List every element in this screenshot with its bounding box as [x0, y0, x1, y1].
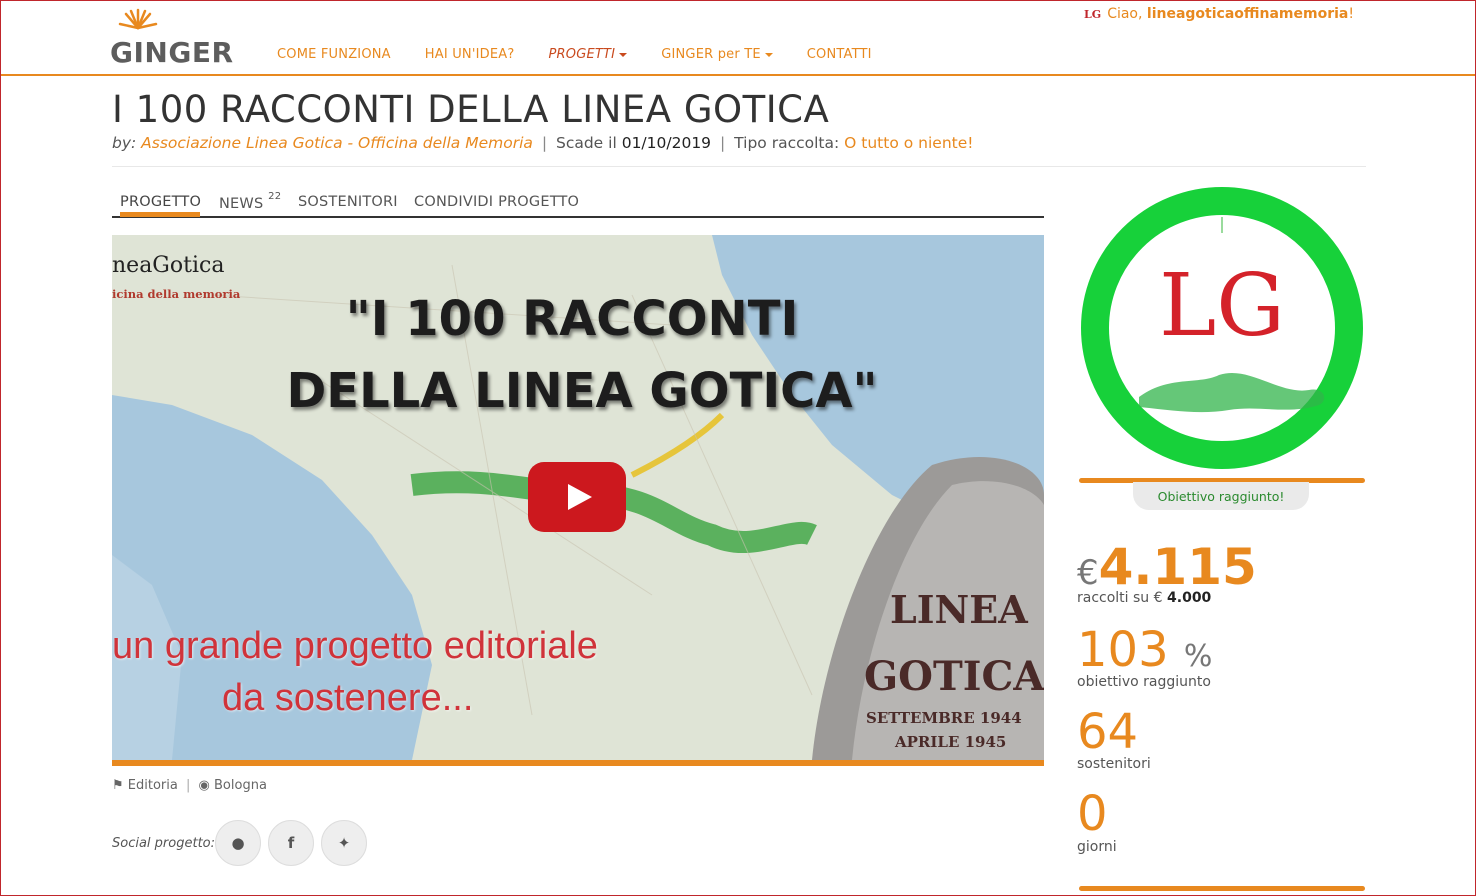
project-meta: ⚑ Editoria | ◉ Bologna: [112, 778, 267, 793]
video-logo-text: neaGotica: [112, 253, 225, 278]
stone-text-2: GOTICA: [864, 653, 1044, 700]
globe-button[interactable]: ●: [215, 820, 261, 866]
project-avatar: LG: [1081, 187, 1363, 469]
deadline-label: Scade il: [555, 134, 617, 152]
facebook-button[interactable]: f: [268, 820, 314, 866]
social-label: Social progetto:: [112, 836, 216, 851]
user-avatar: LG: [1084, 8, 1102, 21]
username: lineagoticaoffinamemoria: [1146, 6, 1349, 22]
nav-label: PROGETTI: [548, 47, 616, 62]
author-link[interactable]: Associazione Linea Gotica - Officina del…: [141, 134, 533, 152]
video-logo-subtext: icina della memoria: [112, 287, 241, 301]
video-subtext-2: da sostenere...: [222, 677, 474, 719]
user-greeting[interactable]: LG Ciao, lineagoticaoffinamemoria!: [1084, 6, 1354, 22]
active-tab-indicator: [120, 212, 200, 217]
location-link[interactable]: Bologna: [214, 778, 267, 793]
greeting-end: !: [1348, 6, 1354, 22]
youtube-play-button[interactable]: [528, 462, 626, 532]
tab-progetto[interactable]: PROGETTO: [120, 194, 201, 210]
divider: [112, 166, 1366, 167]
separator: |: [186, 778, 191, 793]
caret-down-icon: [619, 52, 628, 57]
tab-label: PROGETTO: [120, 194, 202, 210]
percent-sign: %: [1183, 639, 1213, 674]
globe-icon: ●: [231, 834, 245, 852]
type-value: O tutto o niente!: [844, 134, 974, 152]
twitter-button[interactable]: ✦: [321, 820, 367, 866]
location-icon: ◉: [198, 778, 210, 793]
separator: |: [541, 134, 548, 152]
raised-value: 4.115: [1098, 538, 1257, 596]
category-link[interactable]: Editoria: [128, 778, 178, 793]
video-player[interactable]: neaGotica icina della memoria "I 100 RAC…: [112, 235, 1044, 760]
nav-label: CONTATTI: [806, 47, 872, 62]
twitter-icon: ✦: [337, 834, 351, 852]
ginger-logo[interactable]: GINGER: [108, 8, 238, 70]
news-count: 22: [268, 191, 282, 202]
main-nav: COME FUNZIONA HAI UN'IDEA? PROGETTI GING…: [260, 47, 889, 62]
percent-label: obiettivo raggiunto: [1077, 674, 1211, 690]
project-tabs: PROGETTO NEWS 22 SOSTENITORI CONDIVIDI P…: [112, 190, 1044, 218]
stone-text-4: APRILE 1945: [895, 733, 1007, 751]
separator: |: [719, 134, 726, 152]
video-headline-2: DELLA LINEA GOTICA": [286, 363, 878, 419]
facebook-icon: f: [287, 834, 295, 852]
stone-text-1: LINEA: [890, 587, 1028, 632]
nav-hai-unidea[interactable]: HAI UN'IDEA?: [408, 47, 532, 62]
badge-text: LG: [1159, 256, 1285, 356]
goal-value: 4.000: [1167, 590, 1212, 606]
tab-label: CONDIVIDI PROGETTO: [414, 194, 580, 210]
page-title: I 100 RACCONTI DELLA LINEA GOTICA: [112, 88, 830, 131]
greeting-text: Ciao,: [1107, 6, 1143, 22]
percent-value: 103: [1077, 622, 1169, 678]
logo-word: GINGER: [110, 36, 234, 69]
goal-status-badge: Obiettivo raggiunto!: [1133, 482, 1309, 510]
days-count: 0: [1077, 786, 1108, 842]
caret-down-icon: [764, 52, 773, 57]
nav-label: COME FUNZIONA: [277, 47, 391, 62]
goal-currency: €: [1153, 590, 1163, 606]
by-label: by:: [112, 134, 137, 152]
sidebar-bottom-bar: [1079, 886, 1365, 891]
site-header: GINGER COME FUNZIONA HAI UN'IDEA? PROGET…: [0, 0, 1476, 76]
tab-label: SOSTENITORI: [298, 194, 398, 210]
tab-label: NEWS: [219, 195, 264, 212]
video-bottom-bar: [112, 760, 1044, 766]
tab-news[interactable]: NEWS 22: [219, 191, 282, 212]
type-label: Tipo raccolta:: [734, 134, 840, 152]
backers-label: sostenitori: [1077, 756, 1151, 772]
deadline-date: 01/10/2019: [621, 134, 712, 152]
nav-contatti[interactable]: CONTATTI: [790, 47, 889, 62]
nav-progetti[interactable]: PROGETTI: [531, 47, 644, 62]
raised-label: raccolti su € 4.000: [1077, 590, 1211, 606]
nav-come-funziona[interactable]: COME FUNZIONA: [260, 47, 408, 62]
tab-sostenitori[interactable]: SOSTENITORI: [298, 194, 398, 210]
project-subtitle: by: Associazione Linea Gotica - Officina…: [112, 134, 973, 152]
tab-condividi[interactable]: CONDIVIDI PROGETTO: [414, 194, 579, 210]
nav-label: GINGER per TE: [661, 47, 761, 62]
lg-logo-icon: LG: [1139, 217, 1325, 413]
days-label: giorni: [1077, 839, 1117, 855]
raised-amount: €4.115: [1077, 538, 1257, 596]
video-headline-1: "I 100 RACCONTI: [345, 291, 799, 347]
nav-ginger-per-te[interactable]: GINGER per TE: [644, 47, 790, 62]
tag-icon: ⚑: [112, 778, 124, 793]
percent-stat: 103 %: [1077, 622, 1212, 678]
video-subtext-1: un grande progetto editoriale: [112, 625, 598, 667]
backers-count: 64: [1077, 704, 1139, 760]
raised-label-text: raccolti su: [1077, 590, 1150, 606]
nav-label: HAI UN'IDEA?: [424, 47, 515, 62]
stone-text-3: SETTEMBRE 1944: [866, 709, 1022, 727]
currency-symbol: €: [1077, 553, 1099, 593]
